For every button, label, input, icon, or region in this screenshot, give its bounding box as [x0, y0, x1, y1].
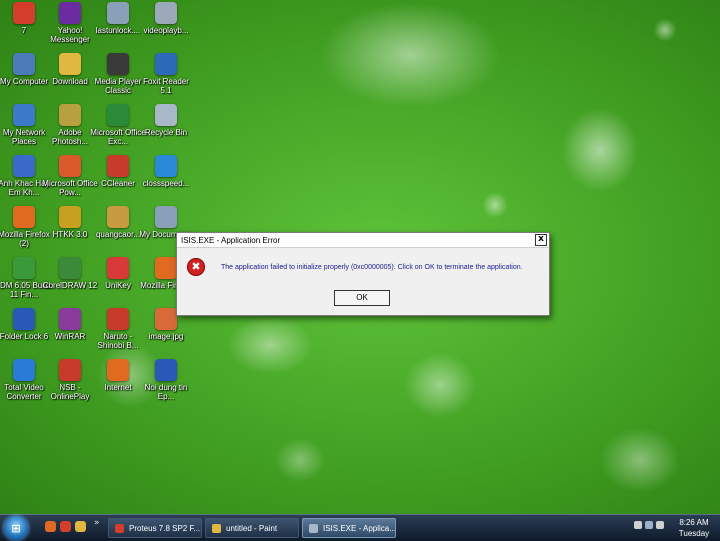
word-document-icon	[155, 359, 177, 381]
powerpoint-icon	[59, 155, 81, 177]
image-file-icon	[155, 308, 177, 330]
desktop-icon-label: Noi dung tin Ep...	[144, 383, 188, 401]
clock-day: Tuesday	[678, 529, 710, 538]
clock-time: 8:26 AM	[679, 518, 709, 527]
winrar-icon	[59, 308, 81, 330]
desktop-icon-label: videoplayb...	[143, 26, 189, 35]
desktop-icon[interactable]: clossspeed...	[138, 155, 194, 188]
folder-icon	[59, 53, 81, 75]
taskbar-button[interactable]: ISIS.EXE - Applica...	[302, 518, 396, 538]
taskbar-button-label: Proteus 7.8 SP2 F...	[129, 523, 201, 533]
chrome-icon	[115, 523, 124, 533]
clock[interactable]: 8:26 AM Tuesday	[672, 517, 716, 539]
documents-icon	[155, 206, 177, 228]
speed-icon	[155, 155, 177, 177]
quick-launch-more-icon[interactable]: »	[94, 518, 100, 528]
taskbar-button-label: untitled - Paint	[226, 523, 278, 533]
dialog-body: ✖ The application failed to initialize p…	[177, 248, 549, 276]
error-icon: ✖	[187, 258, 205, 276]
desktop-icon-label: image.jpg	[148, 332, 184, 341]
recycle-bin-icon	[155, 104, 177, 126]
close-button[interactable]: x	[535, 234, 547, 246]
game-icon	[59, 359, 81, 381]
desktop-icon[interactable]: videoplayb...	[138, 2, 194, 35]
network-tray-icon[interactable]	[645, 521, 653, 529]
ok-button[interactable]: OK	[334, 290, 390, 306]
firefox-icon	[107, 359, 129, 381]
application-error-dialog: ISIS.EXE - Application Error x ✖ The app…	[176, 232, 550, 316]
photoshop-icon	[59, 104, 81, 126]
file-icon	[107, 2, 129, 24]
unikey-icon	[107, 257, 129, 279]
idm-icon	[13, 257, 35, 279]
firefox-icon	[13, 206, 35, 228]
windows-logo-icon: ⊞	[11, 521, 21, 535]
image-file-icon	[107, 206, 129, 228]
paint-icon	[212, 523, 221, 533]
audio-file-icon	[13, 155, 35, 177]
dialog-title: ISIS.EXE - Application Error	[181, 235, 281, 245]
desktop-icon[interactable]: Recycle Bin	[138, 104, 194, 137]
desktop-icon-label: Foxit Reader 5.1	[143, 77, 189, 95]
chrome-icon	[13, 2, 35, 24]
excel-icon	[107, 104, 129, 126]
video-converter-icon	[13, 359, 35, 381]
taskbar-button[interactable]: Proteus 7.8 SP2 F...	[108, 518, 202, 538]
dialog-titlebar[interactable]: ISIS.EXE - Application Error x	[177, 233, 549, 248]
ccleaner-icon	[107, 155, 129, 177]
window-icon	[309, 523, 318, 533]
desktop-icon[interactable]: Noi dung tin Ep...	[138, 359, 194, 401]
volume-icon[interactable]	[656, 521, 664, 529]
computer-icon	[13, 53, 35, 75]
video-file-icon	[155, 2, 177, 24]
game-icon	[107, 308, 129, 330]
desktop-icon-label: clossspeed...	[142, 179, 190, 188]
taskbar-button[interactable]: untitled - Paint	[205, 518, 299, 538]
network-icon	[13, 104, 35, 126]
foxit-reader-icon	[155, 53, 177, 75]
media-icon[interactable]	[75, 521, 86, 532]
taskbar: ⊞ » Proteus 7.8 SP2 F... untitled - Paint…	[0, 514, 720, 541]
error-message: The application failed to initialize pro…	[221, 263, 523, 271]
firefox-icon[interactable]	[45, 521, 56, 532]
system-tray	[634, 521, 664, 529]
start-button[interactable]: ⊞	[4, 516, 28, 540]
chrome-icon[interactable]	[60, 521, 71, 532]
media-player-icon	[107, 53, 129, 75]
flag-icon[interactable]	[634, 521, 642, 529]
yahoo-messenger-icon	[59, 2, 81, 24]
taskbar-button-label: ISIS.EXE - Applica...	[323, 523, 396, 533]
folder-lock-icon	[13, 308, 35, 330]
coreldraw-icon	[59, 257, 81, 279]
desktop-icon[interactable]: Foxit Reader 5.1	[138, 53, 194, 95]
htkk-icon	[59, 206, 81, 228]
desktop-icon-label: Recycle Bin	[144, 128, 188, 137]
firefox-icon	[155, 257, 177, 279]
